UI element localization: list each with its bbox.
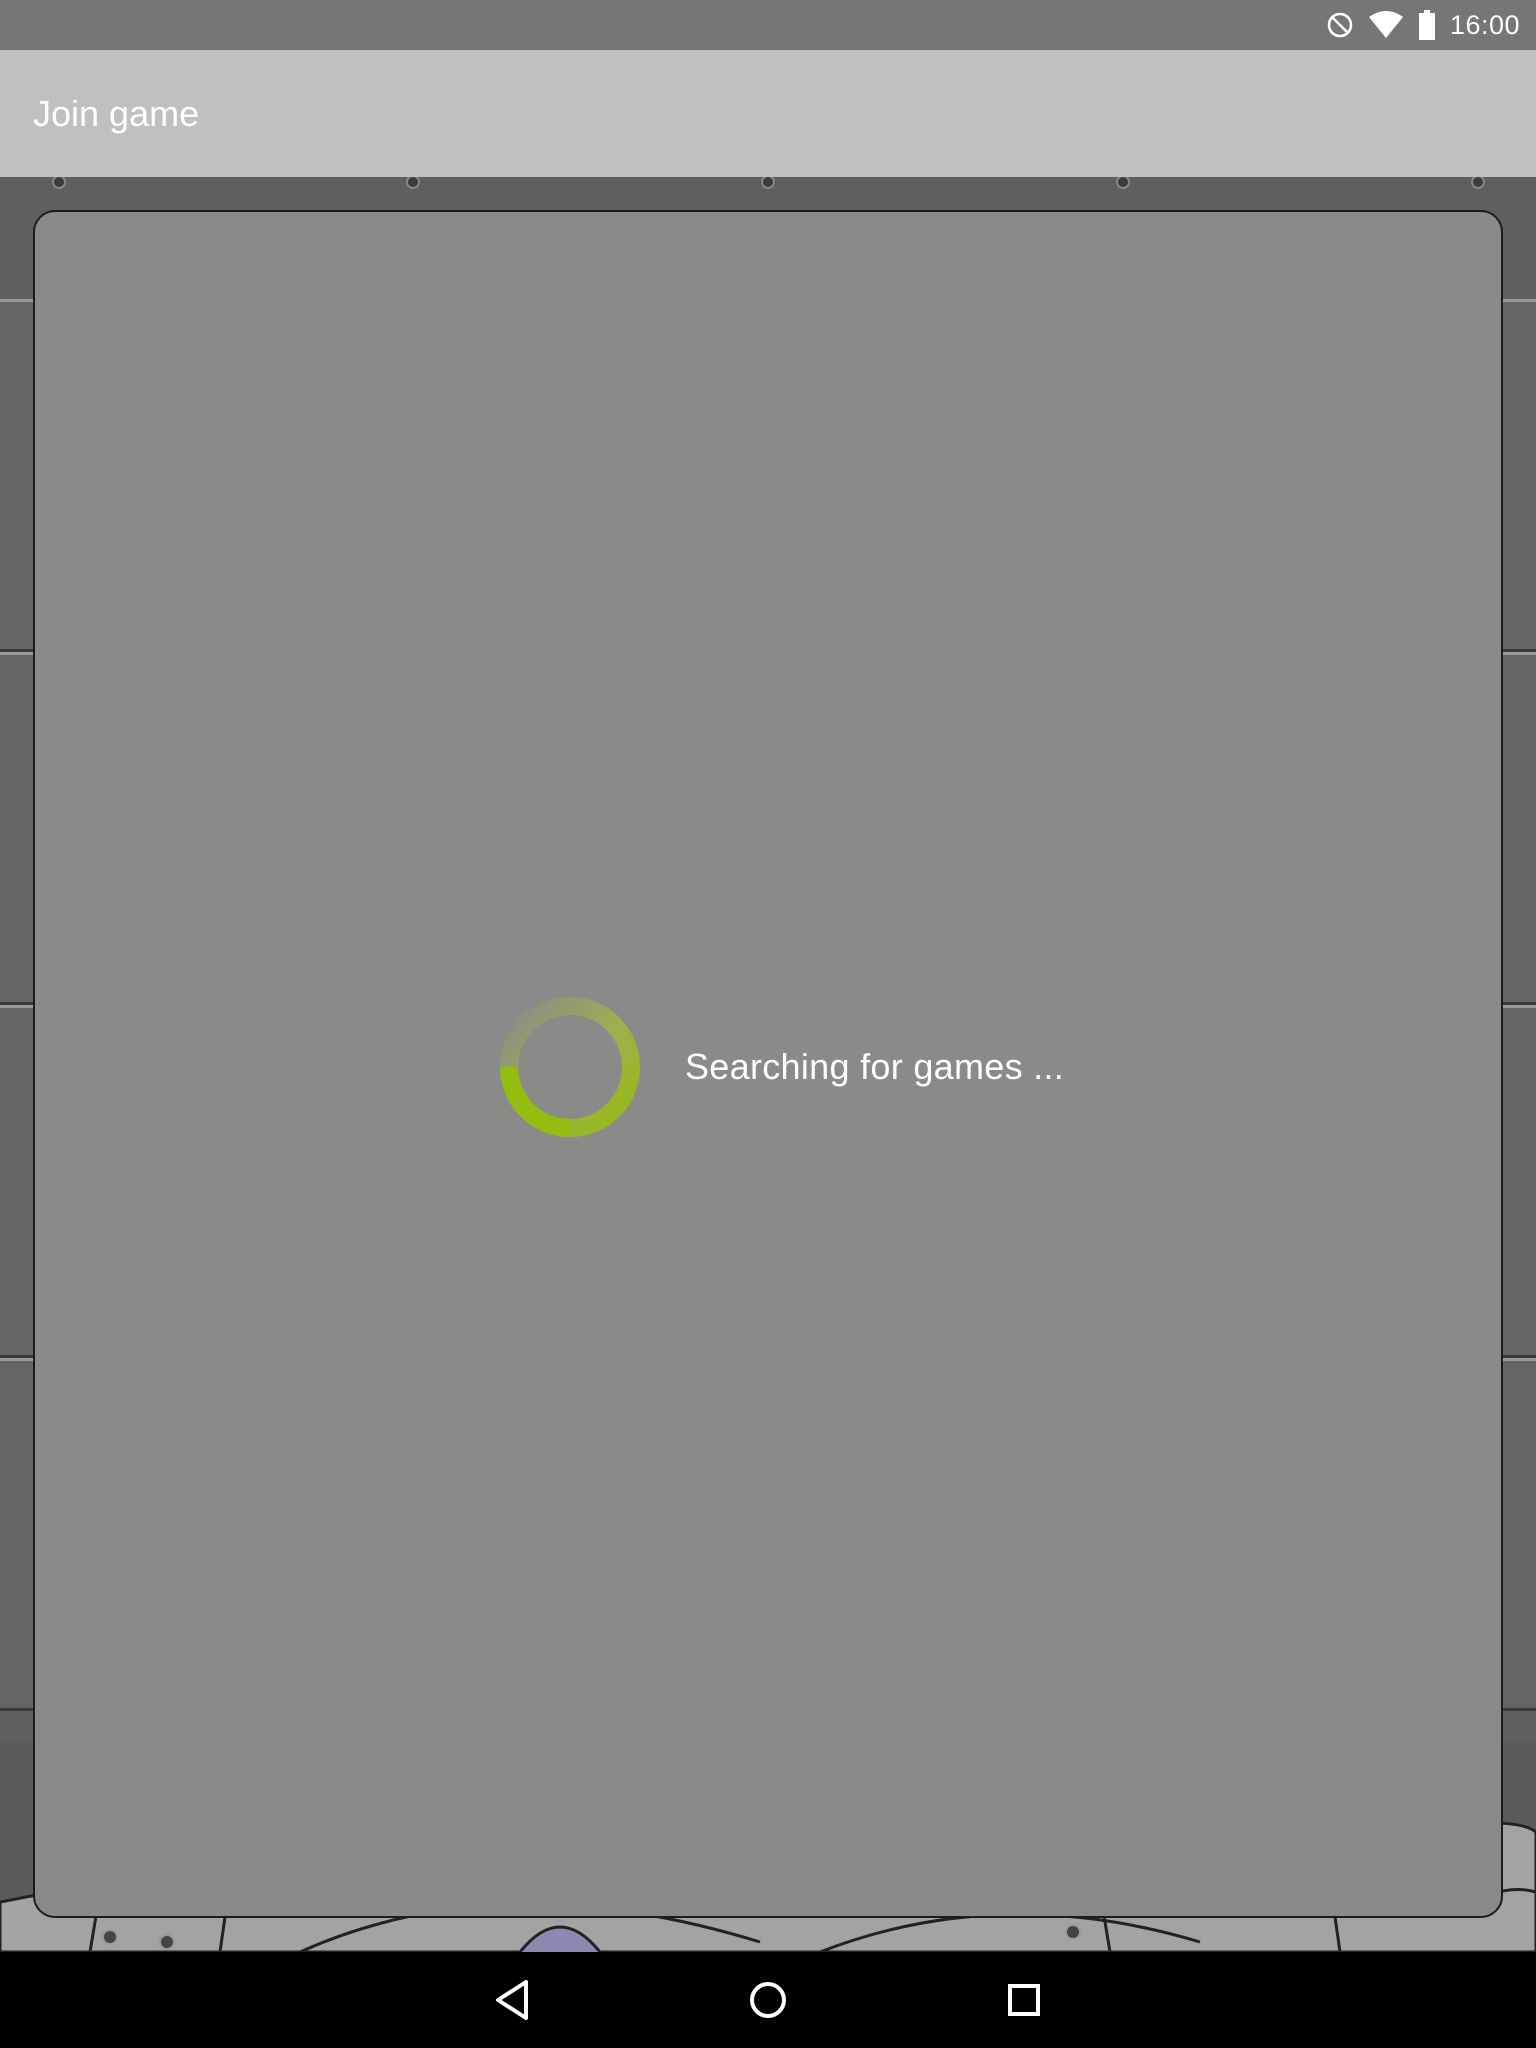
wifi-icon — [1368, 11, 1404, 39]
bolt — [52, 177, 66, 189]
clock: 16:00 — [1449, 9, 1520, 40]
bolt — [1471, 177, 1485, 189]
bolt — [1116, 177, 1130, 189]
navigation-bar — [0, 1952, 1536, 2048]
back-icon[interactable] — [484, 1972, 540, 2028]
loading-text: Searching for games ... — [685, 1046, 1065, 1087]
bolt — [761, 177, 775, 189]
recents-icon[interactable] — [996, 1972, 1052, 2028]
status-bar: 16:00 — [0, 0, 1536, 50]
loading-indicator: Searching for games ... — [495, 992, 1064, 1142]
loading-spinner-icon — [495, 992, 645, 1142]
page-title: Join game — [33, 92, 200, 134]
bolt — [406, 177, 420, 189]
battery-icon — [1418, 10, 1436, 40]
search-dialog: Searching for games ... — [33, 210, 1503, 1918]
app-bar: Join game — [0, 50, 1536, 177]
home-icon[interactable] — [740, 1972, 796, 2028]
do-not-disturb-icon — [1326, 11, 1354, 39]
